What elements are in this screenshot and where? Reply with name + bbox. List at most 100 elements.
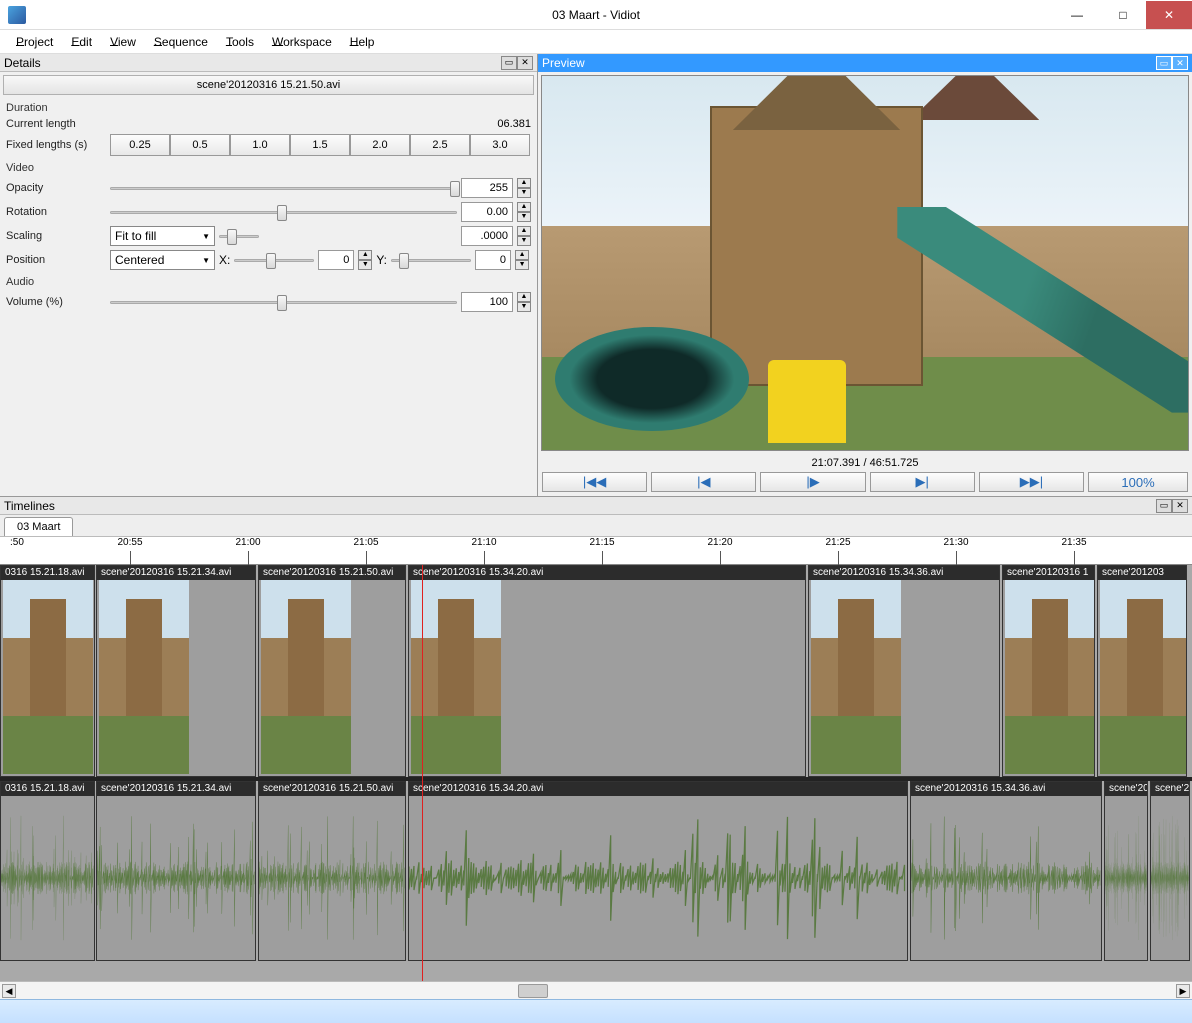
menu-workspace[interactable]: Workspace	[264, 33, 340, 51]
timelines-pane: Timelines ▭ ✕ 03 Maart :50 20:5521:0021:…	[0, 496, 1192, 999]
audio-track[interactable]: 0316 15.21.18.aviscene'20120316 15.21.34…	[0, 781, 1192, 961]
video-clip[interactable]: scene'20120316 15.21.50.avi	[258, 565, 406, 777]
playhead[interactable]	[422, 565, 423, 981]
menu-view[interactable]: View	[102, 33, 144, 51]
time-readout: 21:07.391 / 46:51.725	[538, 454, 1192, 472]
end-button[interactable]: ▶▶|	[979, 472, 1084, 492]
x-slider[interactable]	[234, 250, 314, 270]
video-clip[interactable]: scene'20120316 1	[1002, 565, 1095, 777]
clip-label: scene'20120316 1	[1105, 782, 1147, 796]
position-label: Position	[6, 254, 106, 266]
play-button[interactable]: |▶	[760, 472, 865, 492]
opacity-input[interactable]	[461, 178, 513, 198]
menubar: Project Edit View Sequence Tools Workspa…	[0, 30, 1192, 54]
video-clip[interactable]: 0316 15.21.18.avi	[0, 565, 95, 777]
ruler-start: :50	[10, 537, 24, 548]
scaling-slider[interactable]	[219, 226, 259, 246]
preview-float-button[interactable]: ▭	[1156, 56, 1172, 70]
fixed-lengths-label: Fixed lengths (s)	[6, 139, 106, 151]
scaling-label: Scaling	[6, 230, 106, 242]
audio-section: Audio	[0, 272, 537, 290]
opacity-slider[interactable]	[110, 178, 457, 198]
scroll-left-icon[interactable]: ◀	[2, 984, 16, 998]
home-button[interactable]: |◀◀	[542, 472, 647, 492]
clip-thumbnail	[1100, 580, 1187, 774]
details-float-button[interactable]: ▭	[501, 56, 517, 70]
audio-clip[interactable]: scene'201203	[1150, 781, 1190, 961]
x-input[interactable]	[318, 250, 354, 270]
scroll-right-icon[interactable]: ▶	[1176, 984, 1190, 998]
timeline-scrollbar[interactable]: ◀ ▶	[0, 981, 1192, 999]
fixed-length-2_5[interactable]: 2.5	[410, 134, 470, 156]
zoom-display[interactable]: 100%	[1088, 472, 1188, 492]
prev-button[interactable]: |◀	[651, 472, 756, 492]
volume-input[interactable]	[461, 292, 513, 312]
details-header: Details	[4, 56, 41, 70]
video-clip[interactable]: scene'20120316 15.34.20.avi	[408, 565, 806, 777]
scaling-spinner[interactable]: ▲▼	[517, 226, 531, 246]
volume-slider[interactable]	[110, 292, 457, 312]
audio-clip[interactable]: scene'20120316 15.34.20.avi	[408, 781, 908, 961]
preview-viewport[interactable]	[541, 75, 1189, 451]
scaling-dropdown[interactable]: Fit to fill▼	[110, 226, 215, 246]
fixed-length-0_25[interactable]: 0.25	[110, 134, 170, 156]
clip-thumbnail	[99, 580, 189, 774]
scroll-thumb[interactable]	[518, 984, 548, 998]
y-slider[interactable]	[391, 250, 471, 270]
rotation-spinner[interactable]: ▲▼	[517, 202, 531, 222]
menu-help[interactable]: Help	[342, 33, 383, 51]
timelines-float-button[interactable]: ▭	[1156, 499, 1172, 513]
fixed-length-1_5[interactable]: 1.5	[290, 134, 350, 156]
menu-edit[interactable]: Edit	[63, 33, 100, 51]
preview-pane: Preview ▭ ✕ 21:07.391 / 46:51.725 |◀◀ |◀…	[538, 54, 1192, 496]
clip-label: scene'20120316 1	[1003, 566, 1094, 580]
fixed-length-1_0[interactable]: 1.0	[230, 134, 290, 156]
video-track[interactable]: 0316 15.21.18.aviscene'20120316 15.21.34…	[0, 565, 1192, 777]
audio-clip[interactable]: 0316 15.21.18.avi	[0, 781, 95, 961]
audio-clip[interactable]: scene'20120316 15.34.36.avi	[910, 781, 1102, 961]
clip-label: 0316 15.21.18.avi	[1, 782, 94, 796]
statusbar	[0, 999, 1192, 1023]
ruler-label: 21:00	[235, 537, 260, 548]
clip-thumbnail	[261, 580, 351, 774]
menu-tools[interactable]: Tools	[218, 33, 262, 51]
waveform	[911, 796, 1101, 960]
fixed-length-3_0[interactable]: 3.0	[470, 134, 530, 156]
video-section: Video	[0, 158, 537, 176]
clip-label: scene'20120316 15.21.34.avi	[97, 566, 255, 580]
y-input[interactable]	[475, 250, 511, 270]
clip-thumbnail	[3, 580, 93, 774]
menu-project[interactable]: Project	[8, 33, 61, 51]
titlebar: 03 Maart - Vidiot — □ ✕	[0, 0, 1192, 30]
tracks-area[interactable]: 0316 15.21.18.aviscene'20120316 15.21.34…	[0, 565, 1192, 981]
position-dropdown[interactable]: Centered▼	[110, 250, 215, 270]
next-button[interactable]: ▶|	[870, 472, 975, 492]
x-spinner[interactable]: ▲▼	[358, 250, 372, 270]
video-clip[interactable]: scene'20120316 15.34.36.avi	[808, 565, 1000, 777]
menu-sequence[interactable]: Sequence	[146, 33, 216, 51]
clip-thumbnail	[811, 580, 901, 774]
ruler-label: 21:05	[353, 537, 378, 548]
rotation-input[interactable]	[461, 202, 513, 222]
chevron-down-icon: ▼	[202, 232, 210, 241]
fixed-length-2_0[interactable]: 2.0	[350, 134, 410, 156]
fixed-length-0_5[interactable]: 0.5	[170, 134, 230, 156]
video-clip[interactable]: scene'20120316 15.21.34.avi	[96, 565, 256, 777]
audio-clip[interactable]: scene'20120316 15.21.50.avi	[258, 781, 406, 961]
volume-spinner[interactable]: ▲▼	[517, 292, 531, 312]
rotation-slider[interactable]	[110, 202, 457, 222]
y-spinner[interactable]: ▲▼	[515, 250, 529, 270]
clip-label: scene'20120316 15.34.36.avi	[809, 566, 999, 580]
audio-clip[interactable]: scene'20120316 15.21.34.avi	[96, 781, 256, 961]
opacity-spinner[interactable]: ▲▼	[517, 178, 531, 198]
timelines-close-button[interactable]: ✕	[1172, 499, 1188, 513]
clip-label: scene'20120316 15.21.50.avi	[259, 782, 405, 796]
timeline-tab[interactable]: 03 Maart	[4, 517, 73, 536]
waveform	[1151, 796, 1189, 960]
preview-close-button[interactable]: ✕	[1172, 56, 1188, 70]
scaling-input[interactable]	[461, 226, 513, 246]
audio-clip[interactable]: scene'20120316 1	[1104, 781, 1148, 961]
timeline-ruler[interactable]: :50 20:5521:0021:0521:1021:1521:2021:252…	[0, 537, 1192, 565]
video-clip[interactable]: scene'201203	[1097, 565, 1187, 777]
details-close-button[interactable]: ✕	[517, 56, 533, 70]
